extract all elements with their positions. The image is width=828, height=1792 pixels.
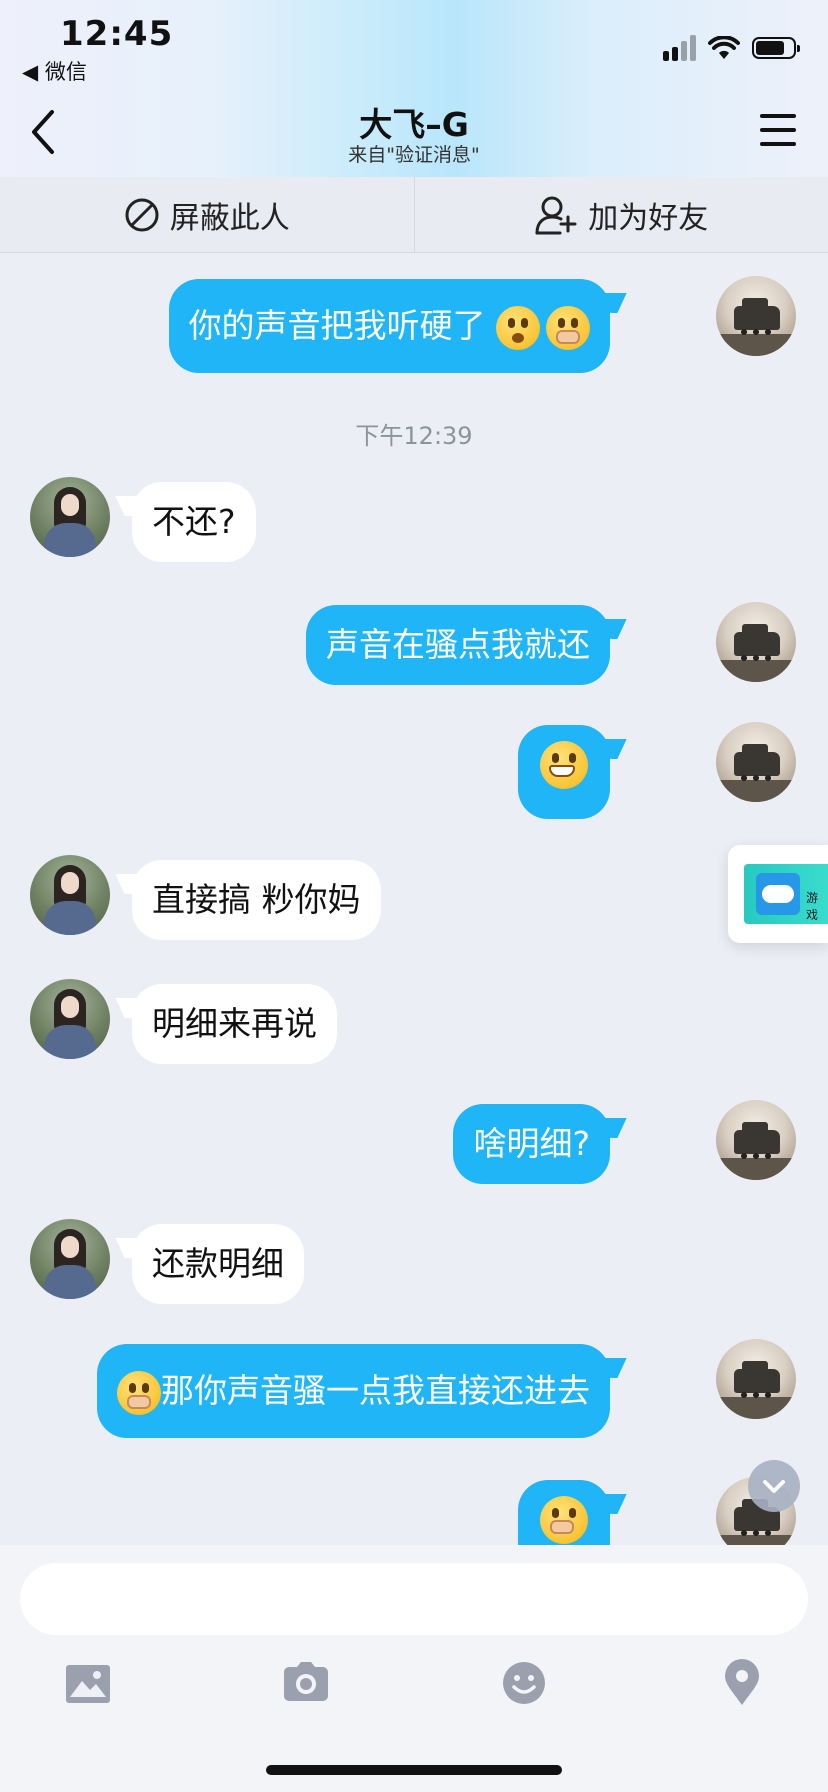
wifi-icon: [708, 36, 740, 59]
message-text: 你的声音把我听硬了: [188, 306, 486, 345]
add-user-icon: [535, 196, 577, 234]
message-input[interactable]: [20, 1563, 808, 1635]
contact-message-bubble[interactable]: 直接搞 粆你妈: [132, 860, 381, 940]
contact-message-bubble[interactable]: 不还?: [132, 482, 256, 562]
my-avatar[interactable]: [716, 722, 796, 802]
message-text: 还款明细: [152, 1244, 284, 1283]
block-icon: [125, 198, 159, 231]
contact-message-bubble[interactable]: 明细来再说: [132, 984, 337, 1064]
message-text: 啥明细?: [473, 1124, 590, 1163]
my-emoji-bubble[interactable]: [518, 725, 610, 819]
input-area: [0, 1545, 828, 1792]
home-indicator: [266, 1765, 562, 1775]
contact-avatar[interactable]: [30, 1219, 110, 1299]
gamepad-icon: [756, 873, 800, 915]
scroll-to-bottom-button[interactable]: [748, 1460, 800, 1512]
message-text: 明细来再说: [152, 1004, 317, 1043]
my-message-bubble[interactable]: 那你声音骚一点我直接还进去: [97, 1344, 610, 1438]
contact-avatar[interactable]: [30, 855, 110, 935]
my-avatar[interactable]: [716, 1100, 796, 1180]
chat-title: 大飞–G: [359, 105, 469, 144]
message-text: 不还?: [152, 502, 236, 541]
message-timestamp: 下午12:39: [355, 422, 473, 450]
stranger-action-bar: 屏蔽此人 加为好友: [0, 177, 828, 253]
status-icons: [663, 34, 800, 62]
message-text: 那你声音骚一点我直接还进去: [161, 1371, 590, 1410]
location-icon[interactable]: [716, 1657, 768, 1709]
back-to-wechat[interactable]: ◀ 微信: [22, 56, 87, 86]
chat-subtitle: 来自"验证消息": [348, 144, 480, 166]
contact-avatar[interactable]: [30, 979, 110, 1059]
astonished-emoji-icon: [496, 305, 540, 350]
my-avatar[interactable]: [716, 276, 796, 356]
my-message-bubble[interactable]: 你的声音把我听硬了: [168, 279, 610, 373]
message-text: 声音在骚点我就还: [326, 625, 590, 664]
contact-message-bubble[interactable]: 还款明细: [132, 1224, 304, 1304]
battery-icon: [752, 37, 800, 59]
image-icon[interactable]: [62, 1657, 114, 1709]
menu-icon[interactable]: [760, 114, 796, 148]
chat-header: 12:45 ◀ 微信 大飞–G 来自"验证消息": [0, 0, 828, 177]
hand-over-mouth-emoji-icon: [546, 305, 590, 350]
message-text: 直接搞 粆你妈: [152, 880, 361, 919]
emoji-icon[interactable]: [498, 1657, 550, 1709]
shushing-emoji-icon: [540, 1496, 588, 1544]
game-center-card[interactable]: 游戏: [728, 845, 828, 943]
block-user-button[interactable]: 屏蔽此人: [0, 177, 414, 252]
camera-icon[interactable]: [280, 1657, 332, 1709]
my-avatar[interactable]: [716, 602, 796, 682]
status-time: 12:45: [60, 14, 174, 54]
my-avatar[interactable]: [716, 1339, 796, 1419]
add-friend-label: 加为好友: [588, 200, 709, 236]
my-emoji-bubble[interactable]: [518, 1480, 610, 1545]
game-card-label: 游戏: [806, 891, 819, 922]
chevron-down-icon: [763, 1480, 785, 1493]
block-user-label: 屏蔽此人: [169, 200, 290, 236]
my-message-bubble[interactable]: 啥明细?: [453, 1104, 610, 1184]
add-friend-button[interactable]: 加为好友: [413, 177, 828, 252]
my-message-bubble[interactable]: 声音在骚点我就还: [306, 605, 610, 685]
message-list[interactable]: 你的声音把我听硬了 下午12:39 不还? 声音在骚点我就还 直接搞 粆你妈 明…: [0, 253, 828, 1545]
hand-over-mouth-emoji-icon: [117, 1370, 161, 1415]
contact-avatar[interactable]: [30, 477, 110, 557]
grimacing-emoji-icon: [540, 741, 588, 789]
cellular-signal-icon: [663, 35, 696, 61]
